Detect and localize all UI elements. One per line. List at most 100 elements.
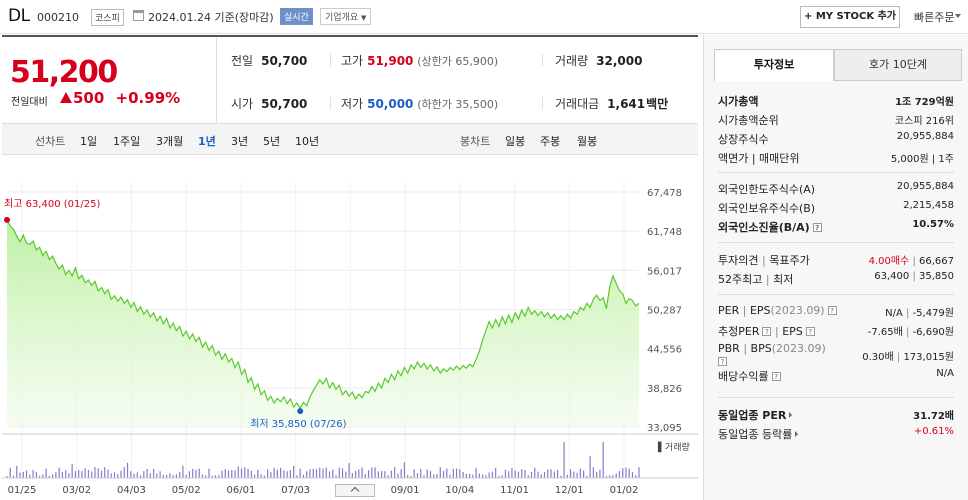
add-my-stock-button[interactable]: + MY STOCK 추가: [800, 6, 900, 28]
chevron-down-icon[interactable]: [955, 14, 961, 18]
upper-limit: (상한가 65,900): [417, 55, 499, 68]
volume-bar: [94, 467, 96, 478]
key-a: PBR: [718, 342, 740, 355]
line-chart-label: 선차트: [35, 135, 66, 148]
volume-bar: [19, 472, 21, 478]
tab-5year[interactable]: 5년: [263, 133, 280, 149]
realtime-button[interactable]: 실시간: [280, 8, 313, 25]
price-area: [7, 219, 639, 427]
low-marker: [297, 408, 304, 415]
price-summary: 전일 50,700 고가 51,900 (상한가 65,900) 거래량 32,000…: [216, 37, 698, 123]
info-row: PER | EPS(2023.09)? N/A | -5,479원: [718, 302, 954, 321]
volume-bar: [87, 469, 90, 478]
info-value: 20,955,884: [896, 181, 954, 192]
high-value: 51,900: [367, 54, 414, 68]
volume-bar: [462, 472, 464, 478]
x-tick-label: 09/01: [391, 485, 420, 496]
info-value: 63,400 | 35,850: [874, 271, 954, 282]
volume-value: 32,000: [596, 54, 643, 68]
volume-bar: [283, 470, 285, 478]
help-icon[interactable]: ?: [718, 357, 727, 366]
divider: [542, 97, 543, 109]
key-period: (2023.09): [771, 342, 826, 355]
pipe: |: [774, 325, 779, 338]
volume-bar: [413, 469, 415, 478]
info-row: 외국인소진율(B/A)? 10.57%: [718, 217, 954, 236]
info-key: 상장주식수: [718, 133, 769, 146]
tab-1year[interactable]: 1년: [198, 133, 216, 149]
tab-3year[interactable]: 3년: [231, 133, 248, 149]
volume: 거래량 32,000: [555, 52, 642, 69]
volume-bar: [439, 467, 441, 478]
volume-bar: [455, 468, 458, 478]
volume-label: 거래량: [555, 54, 589, 68]
tab-invest-info[interactable]: 투자정보: [714, 49, 834, 81]
chevron-down-icon: ▼: [361, 14, 367, 22]
info-key: 액면가 | 매매단위: [718, 152, 800, 165]
help-icon[interactable]: ?: [762, 327, 772, 336]
volume-bar: [315, 469, 318, 478]
info-key: PER | EPS(2023.09)?: [718, 304, 837, 317]
volume-bar: [377, 471, 379, 478]
up-triangle-icon: [60, 92, 72, 103]
volume-bar: [100, 470, 103, 478]
quick-order-button[interactable]: 빠른주문: [914, 9, 954, 25]
valuation-section: PER | EPS(2023.09)? N/A | -5,479원 추정PER?…: [718, 302, 954, 385]
info-row: 액면가 | 매매단위 5,000원 | 1주: [718, 148, 954, 167]
volume-bar: [110, 473, 112, 478]
volume-bar: [240, 468, 243, 478]
tab-1day[interactable]: 1일: [80, 133, 97, 149]
help-icon[interactable]: ?: [827, 306, 837, 315]
key-b: 목표주가: [769, 254, 810, 267]
collapse-chart-button[interactable]: [335, 484, 375, 497]
volume-bar: [9, 467, 11, 478]
divider: [330, 54, 331, 66]
tab-10year[interactable]: 10년: [295, 133, 319, 149]
volume-bar: [260, 474, 262, 478]
info-row: PBR | BPS(2023.09)? 0.30배 | 173,015원: [718, 340, 954, 366]
volume-bar: [364, 474, 366, 478]
volume-bar: [436, 473, 438, 478]
volume-bar: [465, 473, 467, 478]
pipe: |: [912, 271, 916, 282]
volume-bar: [553, 471, 555, 478]
volume-bar: [625, 467, 627, 478]
tab-weekly[interactable]: 주봉: [540, 133, 560, 149]
volume-bar: [322, 468, 324, 478]
volume-bar: [257, 469, 259, 478]
volume-bar: [358, 469, 360, 478]
volume-bar: [25, 470, 28, 478]
company-overview-dropdown[interactable]: 기업개요 ▼: [320, 8, 372, 25]
info-value: -7.65배 | -6,690원: [868, 323, 954, 338]
tab-3month[interactable]: 3개월: [156, 133, 183, 149]
tab-monthly[interactable]: 월봉: [577, 133, 597, 149]
volume-bar: [420, 468, 422, 478]
volume-bar: [126, 462, 129, 478]
volume-bar: [195, 469, 197, 478]
help-icon[interactable]: ?: [805, 327, 815, 336]
info-key: 동일업종 PER: [718, 407, 793, 423]
tab-1week[interactable]: 1주일: [113, 133, 140, 149]
info-key: 외국인한도주식수(A): [718, 183, 816, 196]
low-label: 저가: [341, 97, 364, 111]
info-row[interactable]: 동일업종 등락률 +0.61%: [718, 424, 954, 443]
x-tick-label: 10/04: [445, 485, 474, 496]
pipe: |: [896, 352, 901, 363]
volume-bar: [592, 467, 594, 478]
y-tick-label: 67,478: [647, 188, 682, 199]
help-icon[interactable]: ?: [812, 223, 822, 232]
tab-order-book[interactable]: 호가 10단계: [834, 49, 962, 81]
info-row[interactable]: 동일업종 PER 31.72배: [718, 405, 954, 424]
volume-bar: [123, 467, 125, 478]
key-a: 추정PER: [718, 325, 760, 338]
key-period: (2023.09): [770, 304, 825, 317]
key-a: 투자의견: [718, 254, 759, 267]
volume-bar: [253, 474, 256, 478]
volume-bar: [188, 471, 191, 478]
tab-daily[interactable]: 일봉: [505, 133, 525, 149]
divider: [718, 397, 954, 398]
chart-period-tabs: 선차트 1일 1주일 3개월 1년 3년 5년 10년 봉차트 일봉 주봉 월봉: [2, 123, 698, 155]
volume-bar: [511, 467, 513, 478]
volume-bar: [602, 442, 604, 478]
help-icon[interactable]: ?: [771, 372, 781, 381]
